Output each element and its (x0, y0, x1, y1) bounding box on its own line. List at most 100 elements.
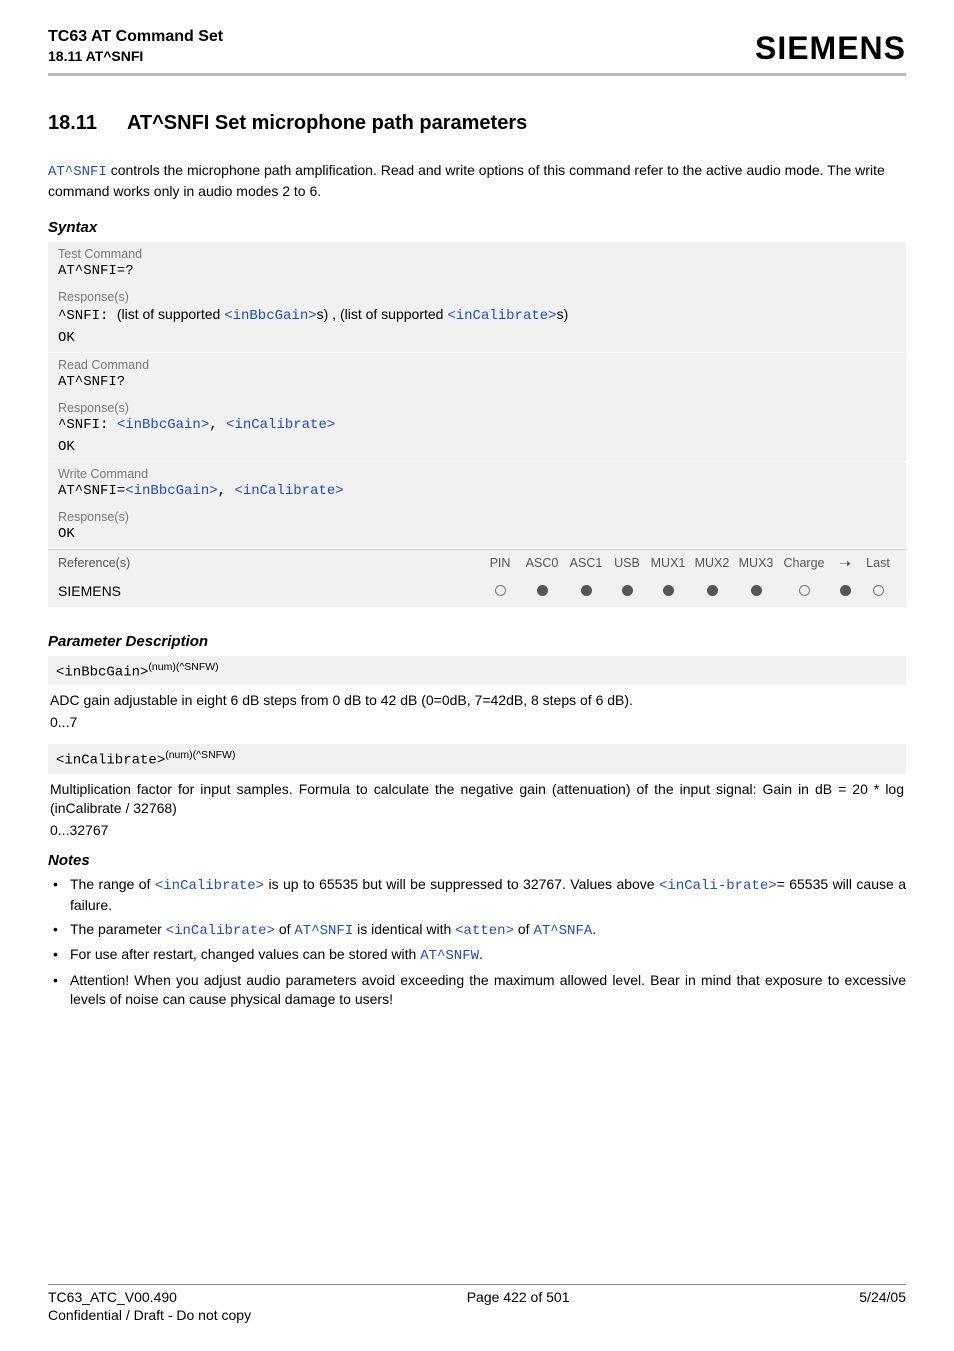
col-mux2: MUX2 (690, 556, 734, 570)
n2-link3[interactable]: <atten> (455, 923, 514, 939)
col-charge: Charge (778, 556, 830, 570)
param-inbbcgain-sup: (num)(^SNFW) (148, 661, 218, 673)
n1-link2[interactable]: <inCali-brate> (659, 878, 777, 894)
dot-airplane (840, 585, 851, 596)
n2-link1[interactable]: <inCalibrate> (166, 923, 275, 939)
dot-asc0 (537, 585, 548, 596)
section-heading: 18.11 AT^SNFI Set microphone path parame… (48, 112, 906, 135)
section-number: 18.11 (48, 112, 97, 135)
note-4: Attention! When you adjust audio paramet… (48, 971, 906, 1009)
param-desc-heading: Parameter Description (48, 633, 906, 650)
note-3: For use after restart, changed values ca… (48, 945, 906, 966)
write-command-cmd: AT^SNFI=<inBbcGain>, <inCalibrate> (48, 483, 906, 505)
references-label: Reference(s) (58, 556, 480, 570)
doc-subtitle: 18.11 AT^SNFI (48, 48, 223, 64)
write-sep: , (218, 483, 235, 499)
test-resp-t3: s) (557, 306, 569, 322)
write-command-label: Write Command (48, 462, 906, 483)
test-command-cmd: AT^SNFI=? (48, 263, 906, 285)
read-param1-link[interactable]: <inBbcGain> (117, 417, 209, 433)
intro-rest: controls the microphone path amplificati… (48, 162, 885, 199)
read-response-line: ^SNFI: <inBbcGain>, <inCalibrate> (48, 417, 906, 439)
col-usb: USB (608, 556, 646, 570)
n2i: . (592, 921, 596, 937)
test-resp-t1: (list of supported (117, 306, 224, 322)
intro-paragraph: AT^SNFI controls the microphone path amp… (48, 161, 906, 201)
write-ok: OK (48, 526, 906, 548)
read-resp-prefix: ^SNFI: (58, 417, 117, 433)
param-inbbcgain-name: <inBbcGain>(num)(^SNFW) (48, 656, 906, 686)
syntax-test-block: Test Command AT^SNFI=? Response(s) ^SNFI… (48, 242, 906, 353)
n2a: The parameter (70, 921, 166, 937)
n2g: of (514, 921, 533, 937)
doc-title: TC63 AT Command Set (48, 28, 223, 46)
n3c: . (479, 946, 483, 962)
test-response-line: ^SNFI: (list of supported <inBbcGain>s) … (48, 306, 906, 330)
footer-sub: Confidential / Draft - Do not copy (48, 1307, 906, 1323)
test-param2-link[interactable]: <inCalibrate> (447, 308, 556, 324)
read-command-cmd: AT^SNFI? (48, 374, 906, 396)
test-ok: OK (48, 330, 906, 352)
n1-link1[interactable]: <inCalibrate> (155, 878, 264, 894)
section-title: AT^SNFI Set microphone path parameters (127, 112, 527, 135)
col-mux3: MUX3 (734, 556, 778, 570)
n3a: For use after restart, changed values ca… (70, 946, 420, 962)
param-incalibrate-name: <inCalibrate>(num)(^SNFW) (48, 744, 906, 774)
write-cmd-prefix: AT^SNFI= (58, 483, 125, 499)
intro-cmd-link[interactable]: AT^SNFI (48, 164, 107, 180)
notes-list: The range of <inCalibrate> is up to 6553… (48, 875, 906, 1009)
n2-link4[interactable]: AT^SNFA (533, 923, 592, 939)
dot-mux3 (751, 585, 762, 596)
note-2: The parameter <inCalibrate> of AT^SNFI i… (48, 920, 906, 941)
dot-asc1 (581, 585, 592, 596)
read-sep: , (209, 417, 226, 433)
reference-dots (480, 583, 896, 599)
reference-columns: PIN ASC0 ASC1 USB MUX1 MUX2 MUX3 Charge … (480, 555, 896, 572)
header-left: TC63 AT Command Set 18.11 AT^SNFI (48, 28, 223, 64)
col-mux1: MUX1 (646, 556, 690, 570)
footer-rule (48, 1284, 906, 1285)
footer-right: 5/24/05 (859, 1289, 906, 1305)
n2-link2[interactable]: AT^SNFI (294, 923, 353, 939)
notes-heading: Notes (48, 852, 906, 869)
vendor-name: SIEMENS (58, 583, 480, 599)
page-header: TC63 AT Command Set 18.11 AT^SNFI SIEMEN… (48, 28, 906, 67)
param-incalibrate-range: 0...32767 (50, 822, 904, 838)
col-asc0: ASC0 (520, 556, 564, 570)
n1c: is up to 65535 but will be suppressed to… (264, 876, 659, 892)
syntax-heading: Syntax (48, 219, 906, 236)
dot-mux1 (663, 585, 674, 596)
reference-header-row: Reference(s) PIN ASC0 ASC1 USB MUX1 MUX2… (48, 549, 906, 577)
col-pin: PIN (480, 556, 520, 570)
param-inbbcgain-range: 0...7 (50, 714, 904, 730)
test-resp-prefix: ^SNFI: (58, 308, 117, 324)
n2c: of (275, 921, 294, 937)
page-footer: TC63_ATC_V00.490 Page 422 of 501 5/24/05… (48, 1284, 906, 1323)
test-response-label: Response(s) (48, 285, 906, 306)
read-response-label: Response(s) (48, 396, 906, 417)
write-param1-link[interactable]: <inBbcGain> (125, 483, 217, 499)
param-incalibrate-sup: (num)(^SNFW) (165, 749, 235, 761)
param-incalibrate-code: <inCalibrate> (56, 753, 165, 769)
col-asc1: ASC1 (564, 556, 608, 570)
read-param2-link[interactable]: <inCalibrate> (226, 417, 335, 433)
col-airplane-icon: ➝ (830, 555, 860, 572)
header-rule (48, 73, 906, 76)
syntax-write-block: Write Command AT^SNFI=<inBbcGain>, <inCa… (48, 462, 906, 549)
note-1: The range of <inCalibrate> is up to 6553… (48, 875, 906, 915)
param-incalibrate-desc: Multiplication factor for input samples.… (50, 780, 904, 818)
reference-vendor-row: SIEMENS (48, 577, 906, 607)
dot-mux2 (707, 585, 718, 596)
footer-center: Page 422 of 501 (467, 1289, 570, 1305)
footer-left: TC63_ATC_V00.490 (48, 1289, 177, 1305)
write-response-label: Response(s) (48, 505, 906, 526)
test-command-label: Test Command (48, 242, 906, 263)
read-ok: OK (48, 439, 906, 461)
write-param2-link[interactable]: <inCalibrate> (234, 483, 343, 499)
n3-link[interactable]: AT^SNFW (420, 948, 479, 964)
test-param1-link[interactable]: <inBbcGain> (224, 308, 316, 324)
dot-usb (622, 585, 633, 596)
param-inbbcgain-desc: ADC gain adjustable in eight 6 dB steps … (50, 691, 904, 710)
dot-pin (495, 585, 506, 596)
footer-row: TC63_ATC_V00.490 Page 422 of 501 5/24/05 (48, 1289, 906, 1305)
